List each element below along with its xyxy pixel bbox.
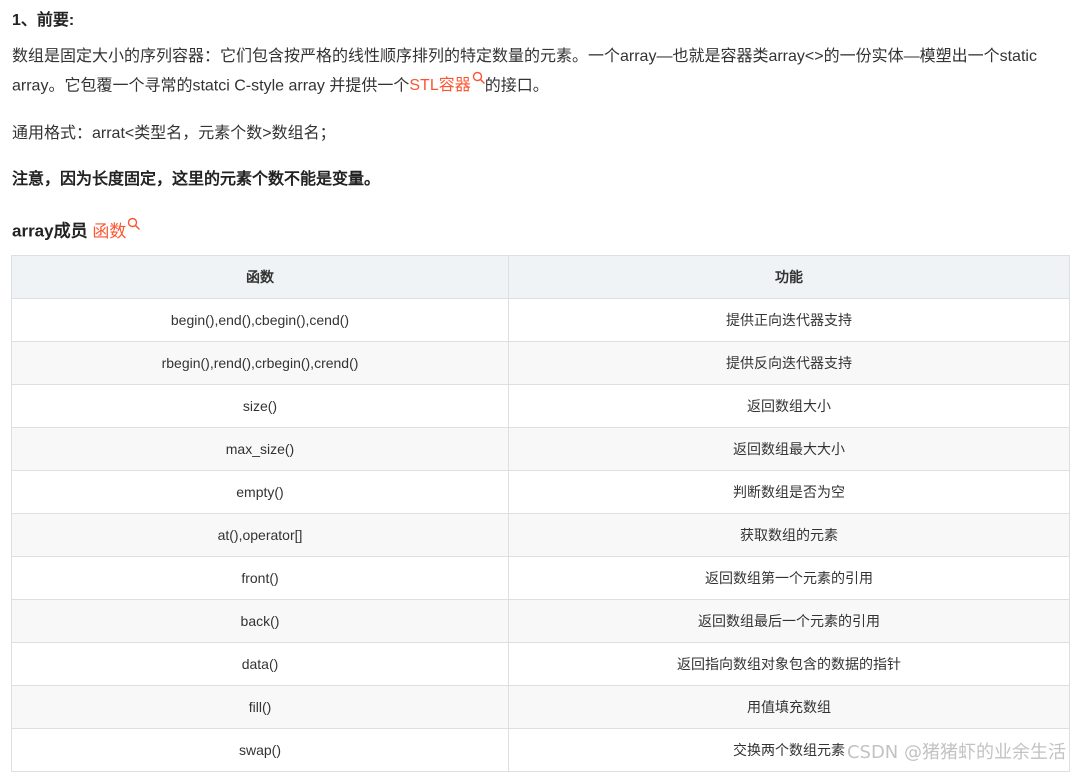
members-table: 函数 功能 begin(),end(),cbegin(),cend() 提供正向… xyxy=(11,255,1070,772)
functions-link[interactable]: 函数 xyxy=(92,218,141,241)
description-cell: 返回数组最大大小 xyxy=(508,427,1070,471)
function-cell: at(),operator[] xyxy=(11,513,509,557)
column-header-function: 函数 xyxy=(11,255,509,299)
table-header-row: 函数 功能 xyxy=(11,255,1070,299)
table-row: begin(),end(),cbegin(),cend() 提供正向迭代器支持 xyxy=(11,298,1070,342)
stl-container-link[interactable]: STL容器 xyxy=(409,71,485,94)
description-cell: 提供正向迭代器支持 xyxy=(508,298,1070,342)
table-row: rbegin(),rend(),crbegin(),crend() 提供反向迭代… xyxy=(11,341,1070,385)
article-content: 1、前要: 数组是固定大小的序列容器：它们包含按严格的线性顺序排列的特定数量的元… xyxy=(12,0,1070,245)
table-row: front() 返回数组第一个元素的引用 xyxy=(11,556,1070,600)
format-paragraph: 通用格式：arrat<类型名，元素个数>数组名； xyxy=(12,125,336,143)
description-cell: 判断数组是否为空 xyxy=(508,470,1070,514)
section-heading: 1、前要: xyxy=(12,12,75,29)
function-cell: max_size() xyxy=(11,427,509,471)
description-cell: 返回数组大小 xyxy=(508,384,1070,428)
description-cell: 获取数组的元素 xyxy=(508,513,1070,557)
intro-paragraph: 数组是固定大小的序列容器：它们包含按严格的线性顺序排列的特定数量的元素。一个ar… xyxy=(12,42,1070,100)
members-heading: array成员 函数 xyxy=(12,217,1070,245)
function-cell: data() xyxy=(11,642,509,686)
table-row: empty() 判断数组是否为空 xyxy=(11,470,1070,514)
note-paragraph: 注意，因为长度固定，这里的元素个数不能是变量。 xyxy=(12,171,381,189)
function-cell: size() xyxy=(11,384,509,428)
function-cell: rbegin(),rend(),crbegin(),crend() xyxy=(11,341,509,385)
table-row: max_size() 返回数组最大大小 xyxy=(11,427,1070,471)
function-cell: back() xyxy=(11,599,509,643)
functions-link-label[interactable]: 函数 xyxy=(92,222,126,241)
function-cell: fill() xyxy=(11,685,509,729)
description-cell: 返回指向数组对象包含的数据的指针 xyxy=(508,642,1070,686)
description-cell: 提供反向迭代器支持 xyxy=(508,341,1070,385)
intro-text-part2: 的接口。 xyxy=(484,77,549,95)
table-row: swap() 交换两个数组元素 xyxy=(11,728,1070,772)
function-cell: begin(),end(),cbegin(),cend() xyxy=(11,298,509,342)
column-header-description: 功能 xyxy=(508,255,1070,299)
description-cell: 返回数组最后一个元素的引用 xyxy=(508,599,1070,643)
search-icon[interactable] xyxy=(127,217,141,231)
table-row: size() 返回数组大小 xyxy=(11,384,1070,428)
stl-container-link-label[interactable]: STL容器 xyxy=(409,77,470,94)
table-row: fill() 用值填充数组 xyxy=(11,685,1070,729)
description-cell: 返回数组第一个元素的引用 xyxy=(508,556,1070,600)
description-cell: 用值填充数组 xyxy=(508,685,1070,729)
search-icon[interactable] xyxy=(472,71,485,84)
function-cell: empty() xyxy=(11,470,509,514)
members-heading-text: array成员 xyxy=(12,221,88,241)
table-row: at(),operator[] 获取数组的元素 xyxy=(11,513,1070,557)
function-cell: front() xyxy=(11,556,509,600)
table-row: back() 返回数组最后一个元素的引用 xyxy=(11,599,1070,643)
function-cell: swap() xyxy=(11,728,509,772)
description-cell: 交换两个数组元素 xyxy=(508,728,1070,772)
table-row: data() 返回指向数组对象包含的数据的指针 xyxy=(11,642,1070,686)
